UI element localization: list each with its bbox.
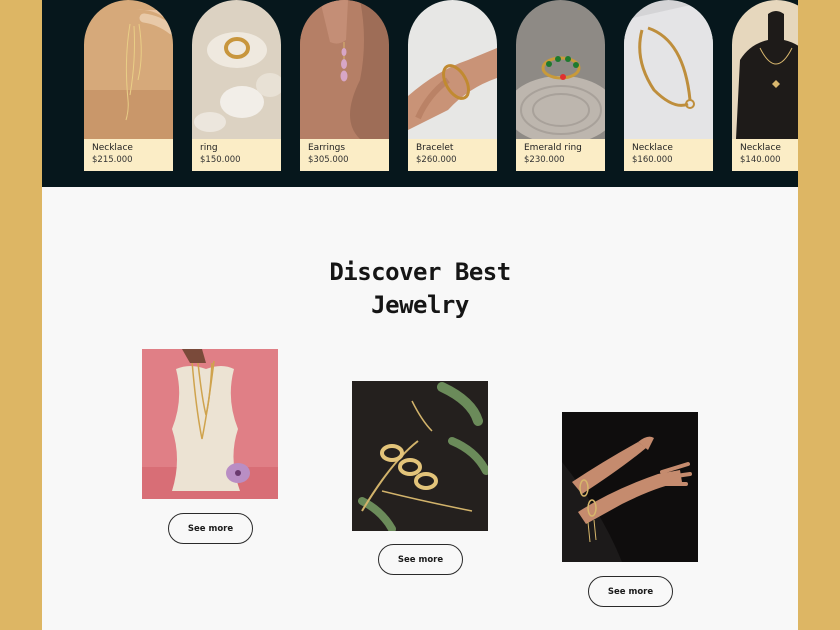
product-name: ring xyxy=(200,143,218,153)
product-card-info: Emerald ring $230.000 xyxy=(516,139,605,171)
product-price: $140.000 xyxy=(740,155,781,165)
product-name: Necklace xyxy=(740,143,781,153)
product-price: $150.000 xyxy=(200,155,241,165)
product-name: Earrings xyxy=(308,143,346,153)
product-card-info: Bracelet $260.000 xyxy=(408,139,497,171)
product-card-earrings[interactable]: Earrings $305.000 xyxy=(300,0,389,171)
see-more-button-3[interactable]: See more xyxy=(588,576,673,607)
product-price: $230.000 xyxy=(524,155,565,165)
ring-on-stones-photo xyxy=(192,0,281,139)
product-card-info: Necklace $140.000 xyxy=(732,139,798,171)
product-card-necklace-1[interactable]: Necklace $215.000 xyxy=(84,0,173,171)
product-name: Necklace xyxy=(92,143,133,153)
product-card-necklace-2[interactable]: Necklace $160.000 xyxy=(624,0,713,171)
product-price: $305.000 xyxy=(308,155,349,165)
necklaces-on-pink-photo xyxy=(142,349,278,499)
butterfly-necklace-photo xyxy=(732,0,798,139)
product-card-info: Necklace $160.000 xyxy=(624,139,713,171)
chains-with-leaves-photo xyxy=(352,381,488,531)
product-carousel[interactable]: Necklace $215.000 ring $150.000 Earrings… xyxy=(42,0,798,187)
section-title-line2: Jewelry xyxy=(371,291,469,319)
product-name: Emerald ring xyxy=(524,143,582,153)
product-price: $260.000 xyxy=(416,155,457,165)
product-name: Bracelet xyxy=(416,143,454,153)
product-name: Necklace xyxy=(632,143,673,153)
chain-necklace-photo xyxy=(624,0,713,139)
product-card-bracelet[interactable]: Bracelet $260.000 xyxy=(408,0,497,171)
product-card-ring[interactable]: ring $150.000 xyxy=(192,0,281,171)
see-more-button-1[interactable]: See more xyxy=(168,513,253,544)
product-price: $160.000 xyxy=(632,155,673,165)
product-card-info: ring $150.000 xyxy=(192,139,281,171)
see-more-button-2[interactable]: See more xyxy=(378,544,463,575)
product-card-emerald-ring[interactable]: Emerald ring $230.000 xyxy=(516,0,605,171)
earrings-photo xyxy=(300,0,389,139)
bracelet-on-wrist-photo xyxy=(408,0,497,139)
product-card-info: Earrings $305.000 xyxy=(300,139,389,171)
emerald-ring-photo xyxy=(516,0,605,139)
product-card-info: Necklace $215.000 xyxy=(84,139,173,171)
hands-with-rings-photo xyxy=(562,412,698,562)
section-title-line1: Discover Best xyxy=(329,258,511,286)
product-card-necklace-3[interactable]: Necklace $140.000 xyxy=(732,0,798,171)
page-frame: Necklace $215.000 ring $150.000 Earrings… xyxy=(42,0,798,630)
section-title: Discover Best Jewelry xyxy=(42,256,798,322)
necklace-in-hand-photo xyxy=(84,0,173,139)
product-price: $215.000 xyxy=(92,155,133,165)
